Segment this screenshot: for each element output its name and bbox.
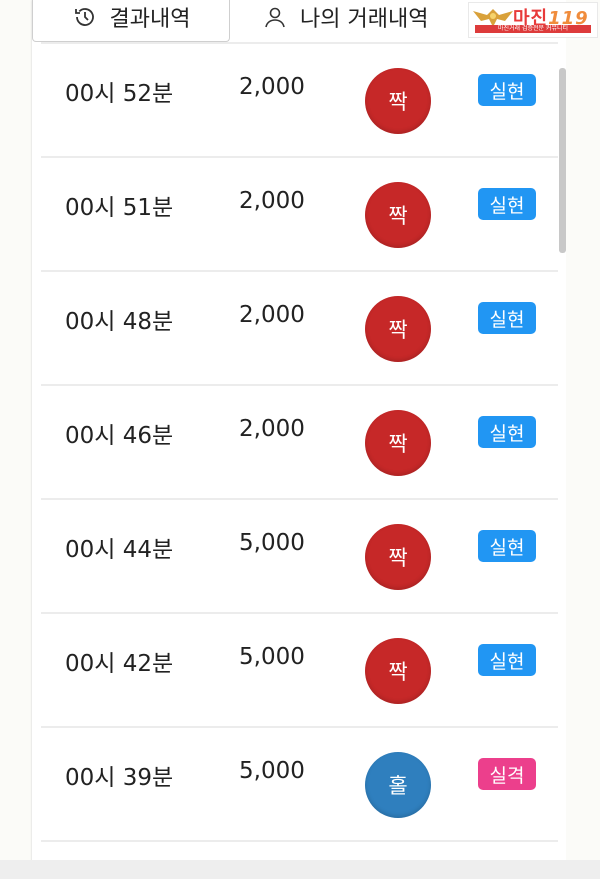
result-time: 00시 52분 xyxy=(65,81,174,107)
success-status-badge: 실현 xyxy=(478,188,536,220)
history-icon xyxy=(72,4,98,30)
success-status-badge: 실현 xyxy=(478,74,536,106)
result-row: 00시 48분 2,000 짝 실현 xyxy=(41,272,558,386)
success-status-badge: 실현 xyxy=(478,302,536,334)
fail-status-badge: 실격 xyxy=(478,758,536,790)
tab-results-history[interactable]: 결과내역 xyxy=(32,0,230,42)
even-result-ball: 짝 xyxy=(365,410,431,476)
result-row: 00시 52분 2,000 짝 실현 xyxy=(41,44,558,158)
logo-tagline: 마진거래 검증전문 커뮤니티 xyxy=(475,25,591,33)
result-row: 00시 39분 5,000 홀 실격 xyxy=(41,728,558,842)
even-result-ball: 짝 xyxy=(365,182,431,248)
success-status-badge: 실현 xyxy=(478,416,536,448)
bet-amount: 5,000 xyxy=(239,530,305,556)
left-margin xyxy=(0,0,32,879)
result-time: 00시 39분 xyxy=(65,765,174,791)
tab-label: 나의 거래내역 xyxy=(300,7,429,32)
result-row: 00시 44분 5,000 짝 실현 xyxy=(41,500,558,614)
result-row: 00시 51분 2,000 짝 실현 xyxy=(41,158,558,272)
even-result-ball: 짝 xyxy=(365,524,431,590)
bottom-bar xyxy=(0,860,600,879)
bet-amount: 5,000 xyxy=(239,644,305,670)
result-time: 00시 46분 xyxy=(65,423,174,449)
even-result-ball: 짝 xyxy=(365,296,431,362)
even-result-ball: 짝 xyxy=(365,68,431,134)
bet-amount: 2,000 xyxy=(239,302,305,328)
result-row: 00시 42분 5,000 짝 실현 xyxy=(41,614,558,728)
user-icon xyxy=(262,4,288,30)
success-status-badge: 실현 xyxy=(478,530,536,562)
result-time: 00시 48분 xyxy=(65,309,174,335)
scrollbar-thumb[interactable] xyxy=(559,68,566,253)
page: 00시 54분2,000짝실격00시 52분2,000짝실현00시 51분2,0… xyxy=(0,0,600,879)
bet-amount: 5,000 xyxy=(239,758,305,784)
success-status-badge: 실현 xyxy=(478,644,536,676)
result-row: 00시 46분 2,000 짝 실현 xyxy=(41,386,558,500)
tab-label: 결과내역 xyxy=(109,6,191,32)
site-logo[interactable]: 마진119 마진거래 검증전문 커뮤니티 xyxy=(468,2,598,38)
result-time: 00시 44분 xyxy=(65,537,174,563)
tab-my-transactions[interactable]: 나의 거래내역 xyxy=(240,0,470,42)
result-time: 00시 42분 xyxy=(65,651,174,677)
bet-amount: 2,000 xyxy=(239,188,305,214)
result-time: 00시 51분 xyxy=(65,195,174,221)
bet-amount: 2,000 xyxy=(239,74,305,100)
bet-amount: 2,000 xyxy=(239,416,305,442)
even-result-ball: 짝 xyxy=(365,638,431,704)
right-margin xyxy=(566,0,600,879)
odd-result-ball: 홀 xyxy=(365,752,431,818)
